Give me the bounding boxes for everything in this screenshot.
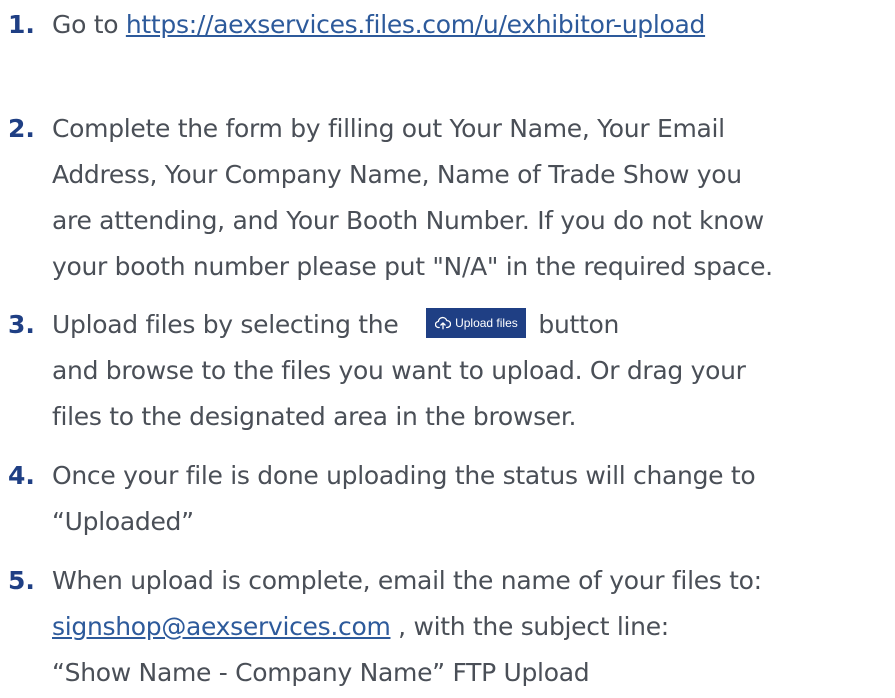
step-text-line: When upload is complete, email the name … [52,566,762,595]
step-text-line: files to the designated area in the brow… [52,402,577,431]
step-number: 1. [8,10,35,39]
step-text-suffix: , with the subject line: [390,612,669,641]
step-text-line: Once your file is done uploading the sta… [52,461,756,490]
step-text-line: are attending, and Your Booth Number. If… [52,206,764,235]
step-text: Upload files by selecting the Upload file… [52,302,892,440]
signshop-email-link[interactable]: signshop@aexservices.com [52,612,391,641]
step-text-suffix: button [538,310,620,339]
step-number: 4. [8,461,35,490]
step-number: 2. [8,114,35,143]
step-text-line: Address, Your Company Name, Name of Trad… [52,160,742,189]
step-text-line: and browse to the files you want to uplo… [52,356,746,385]
step-text: Complete the form by filling out Your Na… [52,106,892,290]
cloud-upload-icon [435,316,452,330]
step-text-prefix: Go to [52,10,126,39]
upload-files-button-label: Upload files [455,316,518,330]
step-text: When upload is complete, email the name … [52,558,892,696]
step-number: 5. [8,566,35,595]
step-text-prefix: Upload files by selecting the [52,310,399,339]
step-text-line: “Show Name - Company Name” FTP Upload [52,658,590,687]
step-text: Once your file is done uploading the sta… [52,453,892,545]
upload-files-button[interactable]: Upload files [426,308,527,338]
step-text-line: Complete the form by filling out Your Na… [52,114,725,143]
upload-page-link[interactable]: https://aexservices.files.com/u/exhibito… [126,10,706,39]
step-text: Go to https://aexservices.files.com/u/ex… [52,2,892,48]
step-number: 3. [8,310,35,339]
step-text-line: your booth number please put "N/A" in th… [52,252,773,281]
step-text-line: “Uploaded” [52,507,194,536]
